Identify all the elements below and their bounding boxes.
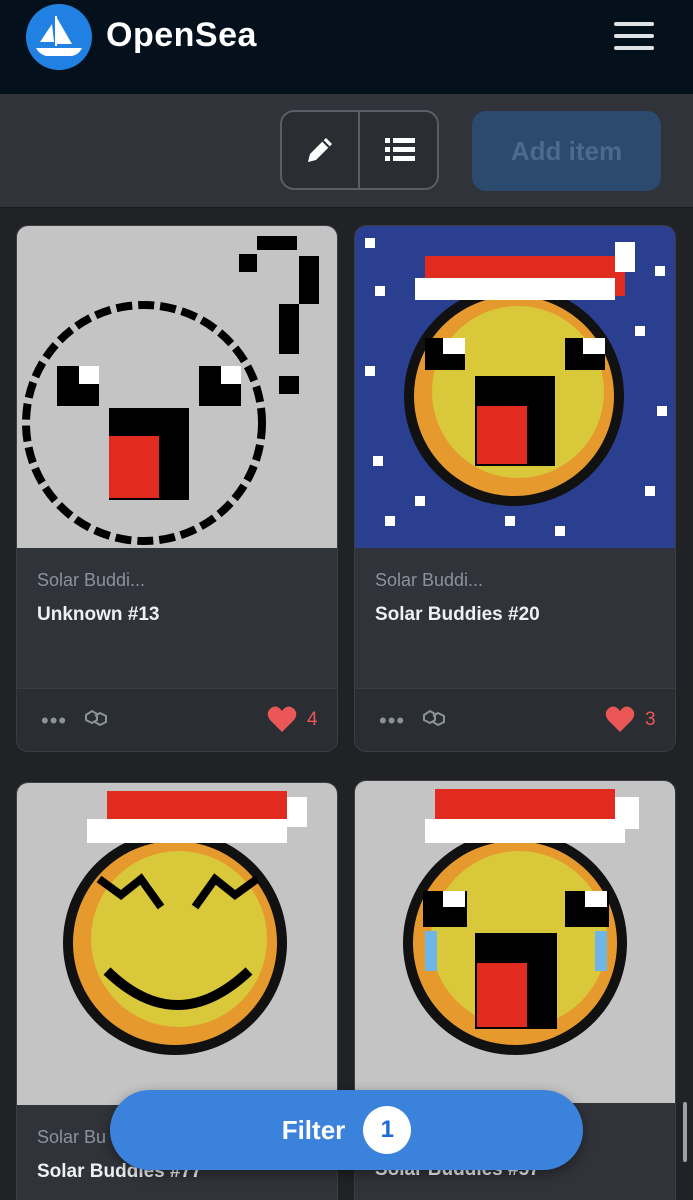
polygon-chain-icon: [423, 709, 445, 727]
heart-icon[interactable]: [605, 705, 635, 733]
nft-card[interactable]: Solar Buddi... Solar Buddies #20 ••• 3: [354, 225, 676, 752]
view-toggle: [280, 110, 439, 190]
polygon-chain-icon: [85, 709, 107, 727]
nft-title[interactable]: Unknown #13: [37, 600, 317, 629]
nft-image: [355, 226, 675, 548]
collection-name[interactable]: Solar Buddi...: [37, 570, 145, 591]
filter-button[interactable]: Filter 1: [110, 1090, 583, 1170]
nft-card[interactable]: Solar Buddi... Unknown #13 ••• 4: [16, 225, 338, 752]
opensea-boat-icon: [36, 16, 82, 56]
opensea-logo[interactable]: [26, 4, 92, 70]
nft-image: [17, 226, 337, 548]
heart-icon[interactable]: [267, 705, 297, 733]
card-footer: ••• 4: [17, 688, 337, 751]
collection-name[interactable]: Solar Bu: [37, 1127, 106, 1148]
more-options-icon[interactable]: •••: [379, 710, 405, 732]
top-nav-bar: OpenSea: [0, 0, 693, 94]
card-footer: ••• 3: [355, 688, 675, 751]
more-options-icon[interactable]: •••: [41, 710, 67, 732]
scrollbar[interactable]: [683, 1102, 687, 1162]
filter-label: Filter: [281, 1114, 346, 1145]
list-view-button[interactable]: [361, 112, 437, 188]
filter-count-badge: 1: [363, 1106, 412, 1154]
pencil-icon: [308, 138, 332, 162]
nft-image: [355, 781, 675, 1103]
nft-image: [17, 783, 337, 1105]
collection-toolbar: Add item: [0, 94, 693, 208]
nft-title[interactable]: Solar Buddies #20: [375, 600, 655, 629]
edit-button[interactable]: [282, 112, 360, 188]
hamburger-menu-icon[interactable]: [612, 20, 656, 52]
brand-name[interactable]: OpenSea: [106, 16, 257, 55]
collection-name[interactable]: Solar Buddi...: [375, 570, 483, 591]
like-count: 4: [307, 709, 318, 730]
add-item-button[interactable]: Add item: [472, 111, 661, 191]
like-count: 3: [645, 709, 656, 730]
list-view-icon: [385, 138, 415, 161]
